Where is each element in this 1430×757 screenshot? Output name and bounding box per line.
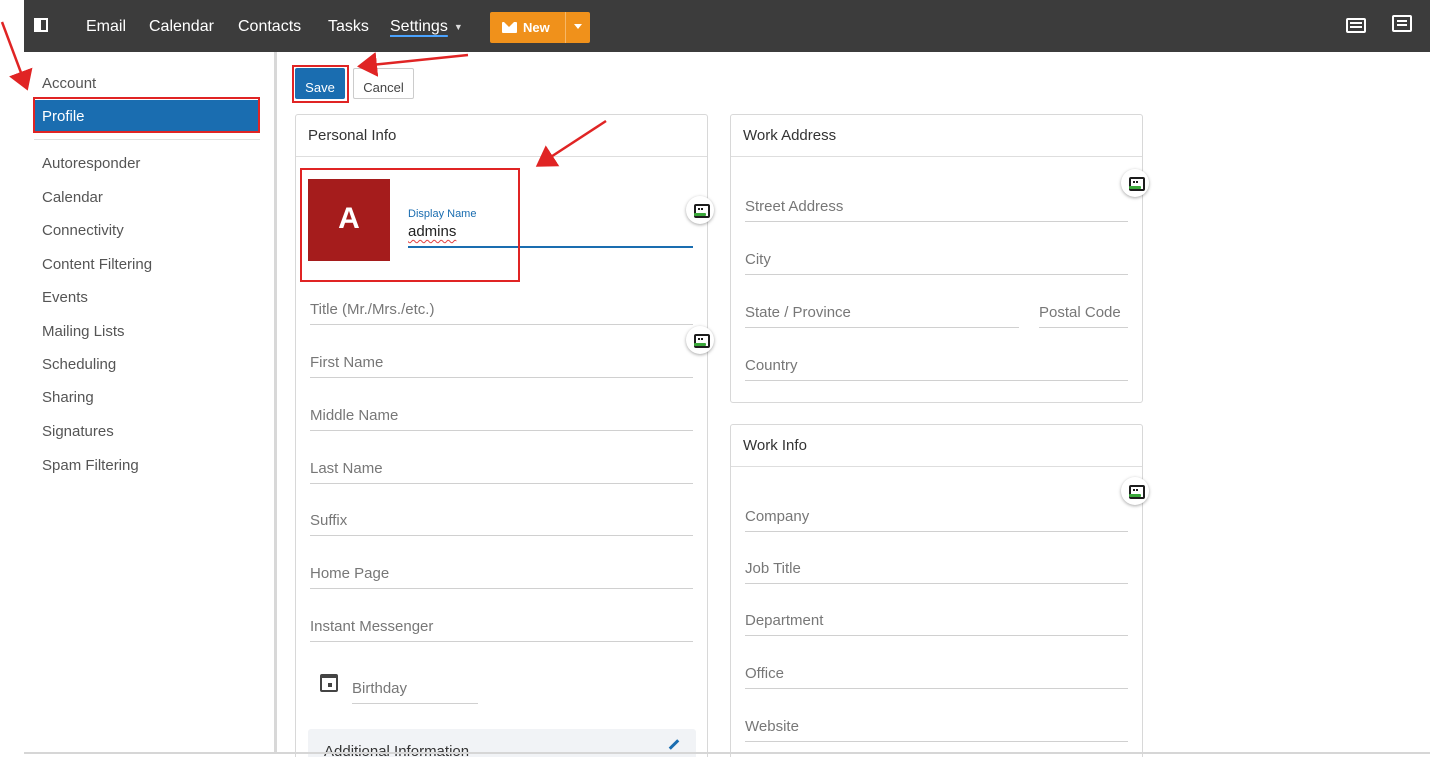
country-field[interactable]: Country [745,357,1128,381]
work-address-title: Work Address [743,127,837,144]
new-button-label: New [523,20,550,35]
sidebar-item-events[interactable]: Events [42,289,88,306]
new-button[interactable]: New [490,12,564,43]
birthday-field[interactable]: Birthday [352,680,478,704]
robot-assistant-icon[interactable] [1121,169,1149,197]
sidebar-divider [34,139,260,140]
last-name-field[interactable]: Last Name [310,460,693,484]
card-divider [296,156,707,157]
first-name-field[interactable]: First Name [310,354,693,378]
mail-icon [502,22,517,33]
personal-info-title: Personal Info [308,127,397,144]
robot-assistant-icon[interactable] [686,326,714,354]
calendar-icon[interactable] [320,674,338,692]
pencil-icon[interactable] [668,739,680,750]
job-title-field[interactable]: Job Title [745,560,1128,584]
sidebar-item-calendar[interactable]: Calendar [42,189,103,206]
sidebar-item-content-filtering[interactable]: Content Filtering [42,256,152,273]
website-field[interactable]: Website [745,718,1128,742]
keyboard-icon[interactable] [1346,18,1366,33]
annotation-highlight-avatar-display-name [300,168,520,282]
robot-assistant-icon[interactable] [686,196,714,224]
work-info-card: Work Info Company Job Title Department O… [730,424,1149,757]
work-address-card: Work Address Street Address City State /… [730,114,1149,403]
work-info-title: Work Info [743,437,807,454]
nav-settings-label: Settings [390,18,448,35]
sidebar-item-scheduling[interactable]: Scheduling [42,356,116,373]
sidebar-item-mailing-lists[interactable]: Mailing Lists [42,323,125,340]
department-field[interactable]: Department [745,612,1128,636]
instant-messenger-field[interactable]: Instant Messenger [310,618,693,642]
sidebar-separator [274,52,277,754]
chat-icon[interactable] [1392,15,1412,32]
nav-calendar[interactable]: Calendar [149,18,214,36]
annotation-arrow-profile [0,21,33,91]
new-button-group: New [490,12,590,43]
title-field[interactable]: Title (Mr./Mrs./etc.) [310,301,693,325]
sidebar-item-autoresponder[interactable]: Autoresponder [42,155,140,172]
suffix-field[interactable]: Suffix [310,512,693,536]
sidebar-item-connectivity[interactable]: Connectivity [42,222,124,239]
nav-settings[interactable]: Settings ▼ [390,18,463,36]
caret-down-icon [574,24,582,29]
street-address-field[interactable]: Street Address [745,198,1128,222]
sidebar-item-account[interactable]: Account [42,75,96,92]
sidebar-item-signatures[interactable]: Signatures [42,423,114,440]
annotation-highlight-profile [33,97,260,133]
cancel-button[interactable]: Cancel [353,68,414,99]
annotation-arrow-save [357,52,469,77]
city-field[interactable]: City [745,251,1128,275]
sidebar-item-spam-filtering[interactable]: Spam Filtering [42,457,139,474]
nav-contacts[interactable]: Contacts [238,18,301,36]
middle-name-field[interactable]: Middle Name [310,407,693,431]
robot-assistant-icon[interactable] [1121,477,1149,505]
postal-code-field[interactable]: Postal Code [1039,304,1128,328]
state-province-field[interactable]: State / Province [745,304,1019,328]
chevron-down-icon: ▼ [453,21,463,32]
company-field[interactable]: Company [745,508,1128,532]
bottom-border [24,752,1430,754]
home-page-field[interactable]: Home Page [310,565,693,589]
additional-information-title: Additional Information [324,743,470,757]
nav-email[interactable]: Email [86,18,126,36]
new-dropdown-button[interactable] [565,12,590,43]
office-field[interactable]: Office [745,665,1128,689]
card-divider [731,466,1142,467]
nav-tasks[interactable]: Tasks [328,18,369,36]
top-navigation-bar: Email Calendar Contacts Tasks Settings ▼ … [24,0,1430,52]
panel-toggle-icon[interactable] [34,18,48,32]
card-divider [731,156,1142,157]
settings-sidebar: Account Profile Autoresponder Calendar C… [24,52,274,752]
annotation-highlight-save [292,65,349,103]
sidebar-item-sharing[interactable]: Sharing [42,389,94,406]
